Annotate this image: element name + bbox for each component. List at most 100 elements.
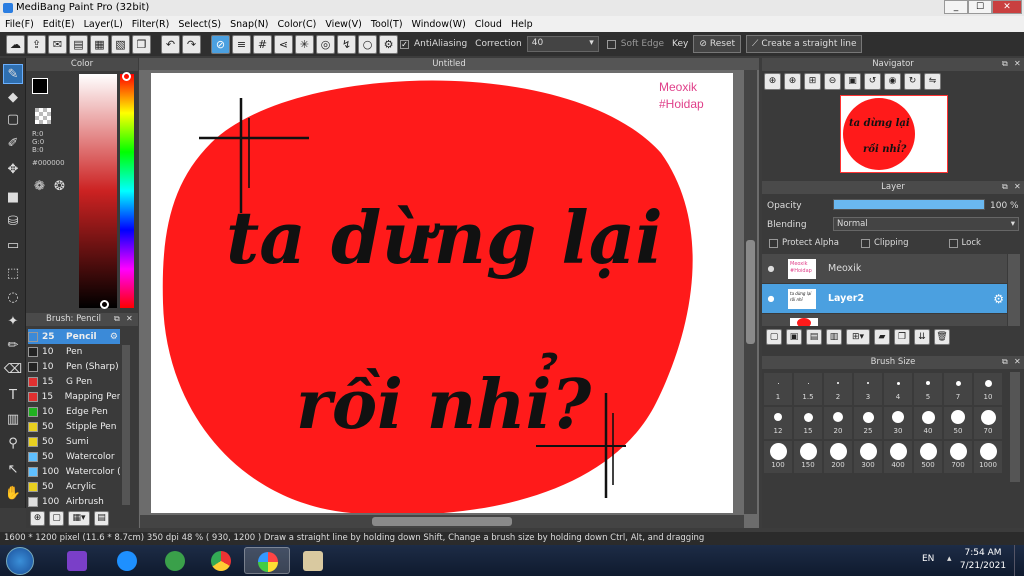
brush-size-option[interactable]: 20 [824,407,852,439]
snap-concentric-icon[interactable]: ◎ [316,34,335,54]
menu-edit[interactable]: Edit(E) [43,19,75,30]
new-layer-icon[interactable]: ▢ [766,329,782,345]
undo-icon[interactable]: ↶ [161,34,180,54]
canvas-tab[interactable]: Untitled [139,58,759,70]
snap-settings-icon[interactable]: ⚙ [379,34,398,54]
tray-arrow-icon[interactable]: ▴ [947,554,952,564]
opacity-slider[interactable] [833,199,985,210]
menu-help[interactable]: Help [511,19,533,30]
brush-size-scrollbar[interactable] [1010,372,1020,482]
brush-list-item[interactable]: 50 Acrylic [28,479,120,494]
menu-filter[interactable]: Filter(R) [132,19,170,30]
grid-icon[interactable]: ▧ [111,34,130,54]
brush-size-option[interactable]: 70 [974,407,1002,439]
fill-tool-icon[interactable]: ⛁ [3,212,23,232]
layer-close-icon[interactable]: ✕ [1014,182,1021,191]
antialiasing-checkbox[interactable]: ✓ [400,39,409,49]
brush-menu-icon[interactable]: ▦▾ [68,511,90,526]
move-tool-icon[interactable]: ✥ [3,160,23,180]
hue-cursor[interactable] [122,72,131,81]
minimize-button[interactable]: _ [944,0,968,14]
vertical-scroll-thumb[interactable] [746,240,755,344]
layer-list-scrollbar[interactable] [1008,254,1020,326]
brush-size-option[interactable]: 1 [764,373,792,405]
menu-layer[interactable]: Layer(L) [84,19,123,30]
clipping-checkbox[interactable] [860,238,870,248]
snap-perspective-icon[interactable]: ⋖ [274,34,293,54]
brush-list-item[interactable]: 50 Sumi [28,434,120,449]
taskbar-visualstudio[interactable] [54,547,100,574]
rotate-reset-icon[interactable]: ◉ [884,73,901,90]
brush-size-option[interactable]: 15 [794,407,822,439]
brush-size-option[interactable]: 400 [884,441,912,473]
brush-list-scrollbar[interactable] [122,345,130,505]
zoom-in-icon[interactable]: ⊕ [764,73,781,90]
cloud-icon[interactable]: ☁ [6,34,25,54]
brush-list-item[interactable]: 25 Pencil ⚙ [28,329,120,344]
layer-name[interactable]: Layer2 [828,293,864,304]
brush-size-option[interactable]: 700 [944,441,972,473]
layer-settings-icon[interactable]: ⚙ [993,292,1004,306]
select-rect-icon[interactable]: ⬚ [3,264,23,284]
color-history-icon[interactable]: ❂ [54,179,70,195]
navigator-preview[interactable]: ta dừng lại rồi nhỉ? [840,95,948,173]
text-tool-icon[interactable]: T [3,386,23,406]
layer-add-menu-icon[interactable]: ⊞▾ [846,329,870,345]
eraser-tool-icon[interactable]: ◆ [3,88,23,108]
menu-snap[interactable]: Snap(N) [230,19,268,30]
layers-icon[interactable]: ❐ [132,34,151,54]
vertical-scrollbar[interactable] [744,70,757,514]
show-desktop-button[interactable] [1014,545,1024,576]
brush-list-item[interactable]: 100 Airbrush [28,494,120,509]
document-icon[interactable]: ▤ [69,34,88,54]
menu-color[interactable]: Color(C) [278,19,317,30]
brush-size-option[interactable]: 50 [944,407,972,439]
panel-close-icon[interactable]: ✕ [126,314,133,323]
add-brush-icon[interactable]: ⊕ [30,511,45,526]
clock[interactable]: 7:54 AM 7/21/2021 [958,547,1008,573]
new-halftone-layer-icon[interactable]: ▣ [786,329,802,345]
layer-visibility-icon[interactable]: ● [762,294,780,303]
navigator-close-icon[interactable]: ✕ [1014,59,1021,68]
new-brush-icon[interactable]: ▢ [49,511,64,526]
brush-tool-icon[interactable]: ✎ [3,64,23,84]
snap-off-icon[interactable]: ⊘ [211,34,230,54]
brush-size-option[interactable]: 7 [944,373,972,405]
hue-slider[interactable] [120,74,134,308]
brush-size-option[interactable]: 25 [854,407,882,439]
divide-tool-icon[interactable]: ▥ [3,410,23,430]
reset-button[interactable]: ⊘ Reset [693,35,742,53]
operation-tool-icon[interactable]: ↖ [3,460,23,480]
taskbar-chrome[interactable] [198,547,244,574]
fit-icon[interactable]: ⊞ [804,73,821,90]
merge-layer-icon[interactable]: ⇊ [914,329,930,345]
taskbar-coccoc[interactable] [152,547,198,574]
brush-size-option[interactable]: 100 [764,441,792,473]
brush-settings-gear-icon[interactable]: ⚙ [110,332,118,342]
snap-circle-icon[interactable]: ○ [358,34,377,54]
shape-tool-icon[interactable]: ■ [3,188,23,208]
zoom-in-2-icon[interactable]: ⊕ [784,73,801,90]
new-1bit-layer-icon[interactable]: ▥ [826,329,842,345]
layer-visibility-icon[interactable]: ● [762,264,780,273]
brush-list-item[interactable]: 50 Stipple Pen [28,419,120,434]
brush-size-option[interactable]: 12 [764,407,792,439]
brush-size-option[interactable]: 10 [974,373,1002,405]
taskbar-ie[interactable] [104,547,150,574]
eyedropper-tool-icon[interactable]: ⚲ [3,434,23,454]
menu-select[interactable]: Select(S) [178,19,221,30]
foreground-color-swatch[interactable] [32,78,48,94]
brush-size-option[interactable]: 500 [914,441,942,473]
popout-icon[interactable]: ⧉ [114,314,120,324]
color-brightness-slider[interactable] [79,74,117,308]
brush-size-option[interactable]: 200 [824,441,852,473]
taskbar-medibang[interactable] [244,547,290,574]
select-brush-icon[interactable]: ✏ [3,336,23,356]
brush-size-option[interactable]: 30 [884,407,912,439]
brush-list-item[interactable]: 15 Mapping Pen [28,389,120,404]
transparent-swatch[interactable] [35,108,51,124]
layer-popout-icon[interactable]: ⧉ [1002,182,1008,192]
blending-select[interactable]: Normal ▾ [833,217,1019,231]
brush-size-option[interactable]: 2 [824,373,852,405]
brush-list-item[interactable]: 10 Edge Pen [28,404,120,419]
